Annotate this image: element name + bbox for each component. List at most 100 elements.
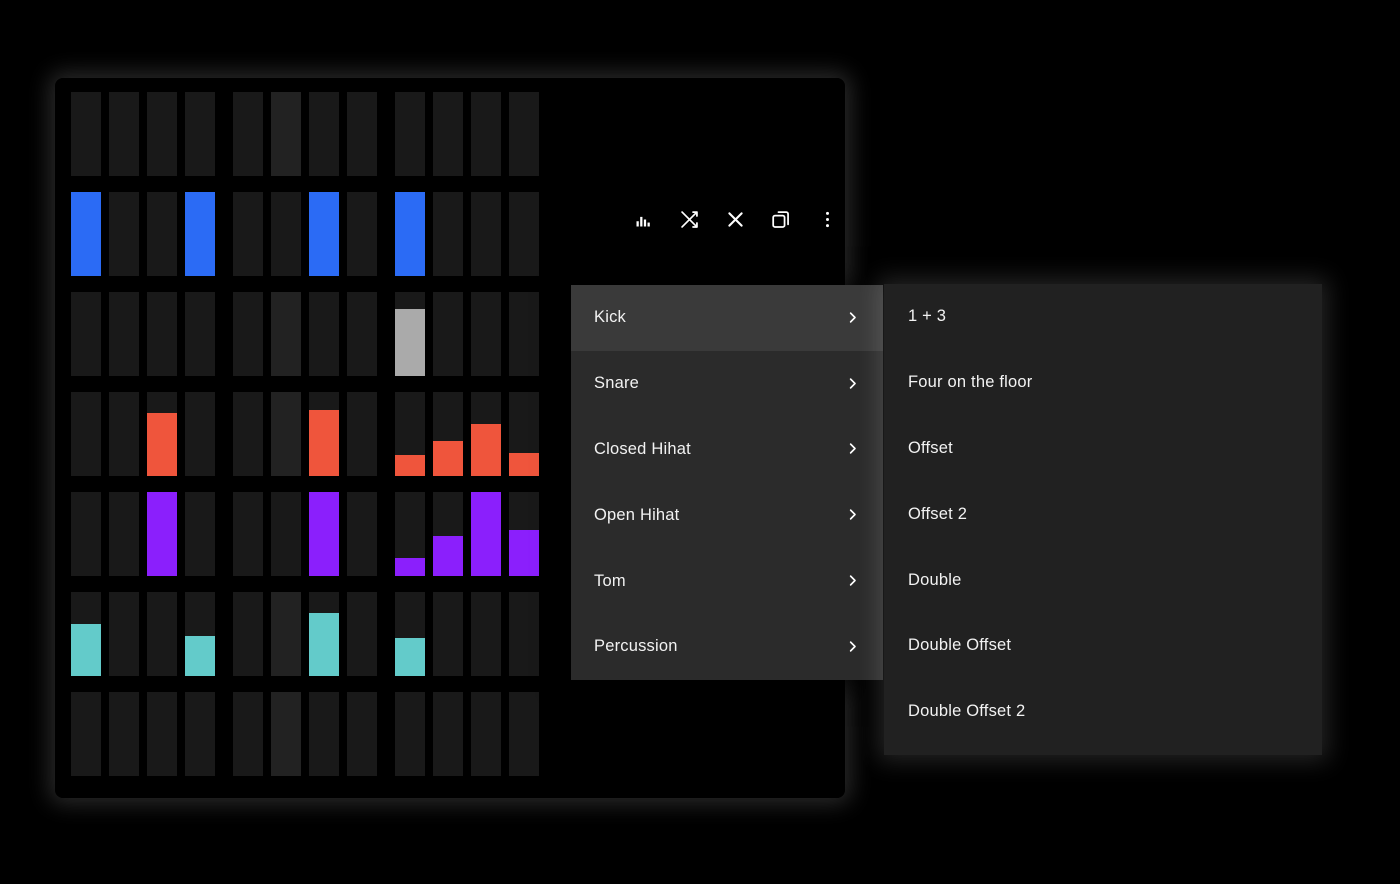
more-options-button[interactable] (804, 204, 845, 234)
step-cell[interactable] (147, 192, 177, 276)
sequencer-row[interactable] (71, 592, 561, 676)
step-cell[interactable] (271, 692, 301, 776)
submenu-item-double-offset-2[interactable]: Double Offset 2 (884, 679, 1322, 745)
step-cell[interactable] (71, 492, 101, 576)
step-cell[interactable] (271, 592, 301, 676)
context-menu-item-snare[interactable]: Snare (571, 351, 883, 417)
step-cell[interactable] (271, 192, 301, 276)
step-cell[interactable] (233, 192, 263, 276)
step-cell[interactable] (309, 292, 339, 376)
step-cell[interactable] (185, 292, 215, 376)
submenu-item-double[interactable]: Double (884, 547, 1322, 613)
step-cell[interactable] (147, 292, 177, 376)
pattern-context-menu[interactable]: Kick Snare Closed Hihat Open Hihat Tom Percus… (571, 285, 883, 680)
step-cell[interactable] (509, 92, 539, 176)
step-cell[interactable] (471, 492, 501, 576)
step-cell[interactable] (471, 692, 501, 776)
submenu-item-double-offset[interactable]: Double Offset (884, 613, 1322, 679)
step-cell[interactable] (147, 92, 177, 176)
step-velocity-bar[interactable] (471, 492, 501, 576)
step-cell[interactable] (271, 392, 301, 476)
step-cell[interactable] (395, 292, 425, 376)
sequencer-row[interactable] (71, 192, 561, 276)
submenu-item-1-3[interactable]: 1 + 3 (884, 284, 1322, 350)
step-velocity-bar[interactable] (147, 413, 177, 476)
context-menu-item-percussion[interactable]: Percussion (571, 614, 883, 680)
sequencer-row[interactable] (71, 692, 561, 776)
step-velocity-bar[interactable] (309, 192, 339, 276)
step-cell[interactable] (309, 492, 339, 576)
step-cell[interactable] (185, 592, 215, 676)
step-cell[interactable] (109, 692, 139, 776)
step-cell[interactable] (309, 392, 339, 476)
step-cell[interactable] (185, 692, 215, 776)
step-cell[interactable] (71, 192, 101, 276)
step-velocity-bar[interactable] (309, 492, 339, 576)
step-cell[interactable] (271, 292, 301, 376)
step-cell[interactable] (109, 392, 139, 476)
step-cell[interactable] (471, 192, 501, 276)
step-cell[interactable] (395, 692, 425, 776)
sequencer-row[interactable] (71, 392, 561, 476)
step-cell[interactable] (347, 392, 377, 476)
step-cell[interactable] (395, 192, 425, 276)
context-menu-item-kick[interactable]: Kick (571, 285, 883, 351)
step-cell[interactable] (395, 92, 425, 176)
step-cell[interactable] (147, 392, 177, 476)
step-sequencer-grid[interactable] (71, 92, 561, 780)
step-cell[interactable] (433, 292, 463, 376)
step-cell[interactable] (309, 692, 339, 776)
step-cell[interactable] (233, 492, 263, 576)
step-cell[interactable] (233, 592, 263, 676)
step-cell[interactable] (509, 292, 539, 376)
step-cell[interactable] (185, 492, 215, 576)
step-velocity-bar[interactable] (71, 623, 101, 676)
sequencer-row[interactable] (71, 292, 561, 376)
step-cell[interactable] (71, 392, 101, 476)
step-cell[interactable] (185, 192, 215, 276)
step-cell[interactable] (395, 592, 425, 676)
shuffle-button[interactable] (666, 204, 712, 234)
step-cell[interactable] (233, 92, 263, 176)
step-cell[interactable] (71, 292, 101, 376)
step-cell[interactable] (509, 692, 539, 776)
step-cell[interactable] (233, 392, 263, 476)
context-menu-item-closed-hihat[interactable]: Closed Hihat (571, 417, 883, 483)
context-menu-item-open-hihat[interactable]: Open Hihat (571, 482, 883, 548)
step-cell[interactable] (71, 592, 101, 676)
step-velocity-bar[interactable] (185, 192, 215, 276)
step-cell[interactable] (233, 692, 263, 776)
step-cell[interactable] (309, 192, 339, 276)
step-cell[interactable] (471, 592, 501, 676)
step-cell[interactable] (109, 592, 139, 676)
sequencer-row[interactable] (71, 92, 561, 176)
step-cell[interactable] (271, 92, 301, 176)
step-cell[interactable] (471, 92, 501, 176)
velocity-button[interactable] (620, 204, 666, 234)
step-cell[interactable] (347, 592, 377, 676)
step-velocity-bar[interactable] (395, 308, 425, 376)
step-velocity-bar[interactable] (509, 529, 539, 576)
step-velocity-bar[interactable] (309, 410, 339, 476)
step-cell[interactable] (347, 492, 377, 576)
step-velocity-bar[interactable] (147, 492, 177, 576)
duplicate-button[interactable] (758, 204, 804, 234)
step-cell[interactable] (347, 192, 377, 276)
step-velocity-bar[interactable] (509, 453, 539, 476)
step-cell[interactable] (433, 692, 463, 776)
submenu-item-four-on-the-floor[interactable]: Four on the floor (884, 350, 1322, 416)
step-cell[interactable] (109, 92, 139, 176)
step-cell[interactable] (433, 192, 463, 276)
step-cell[interactable] (233, 292, 263, 376)
step-cell[interactable] (309, 592, 339, 676)
step-cell[interactable] (109, 492, 139, 576)
step-cell[interactable] (471, 292, 501, 376)
step-cell[interactable] (271, 492, 301, 576)
step-cell[interactable] (433, 592, 463, 676)
step-velocity-bar[interactable] (395, 638, 425, 676)
step-velocity-bar[interactable] (309, 613, 339, 676)
step-cell[interactable] (509, 492, 539, 576)
sequencer-row[interactable] (71, 492, 561, 576)
pattern-submenu[interactable]: 1 + 3 Four on the floor Offset Offset 2 Doub… (884, 284, 1322, 755)
step-cell[interactable] (71, 92, 101, 176)
